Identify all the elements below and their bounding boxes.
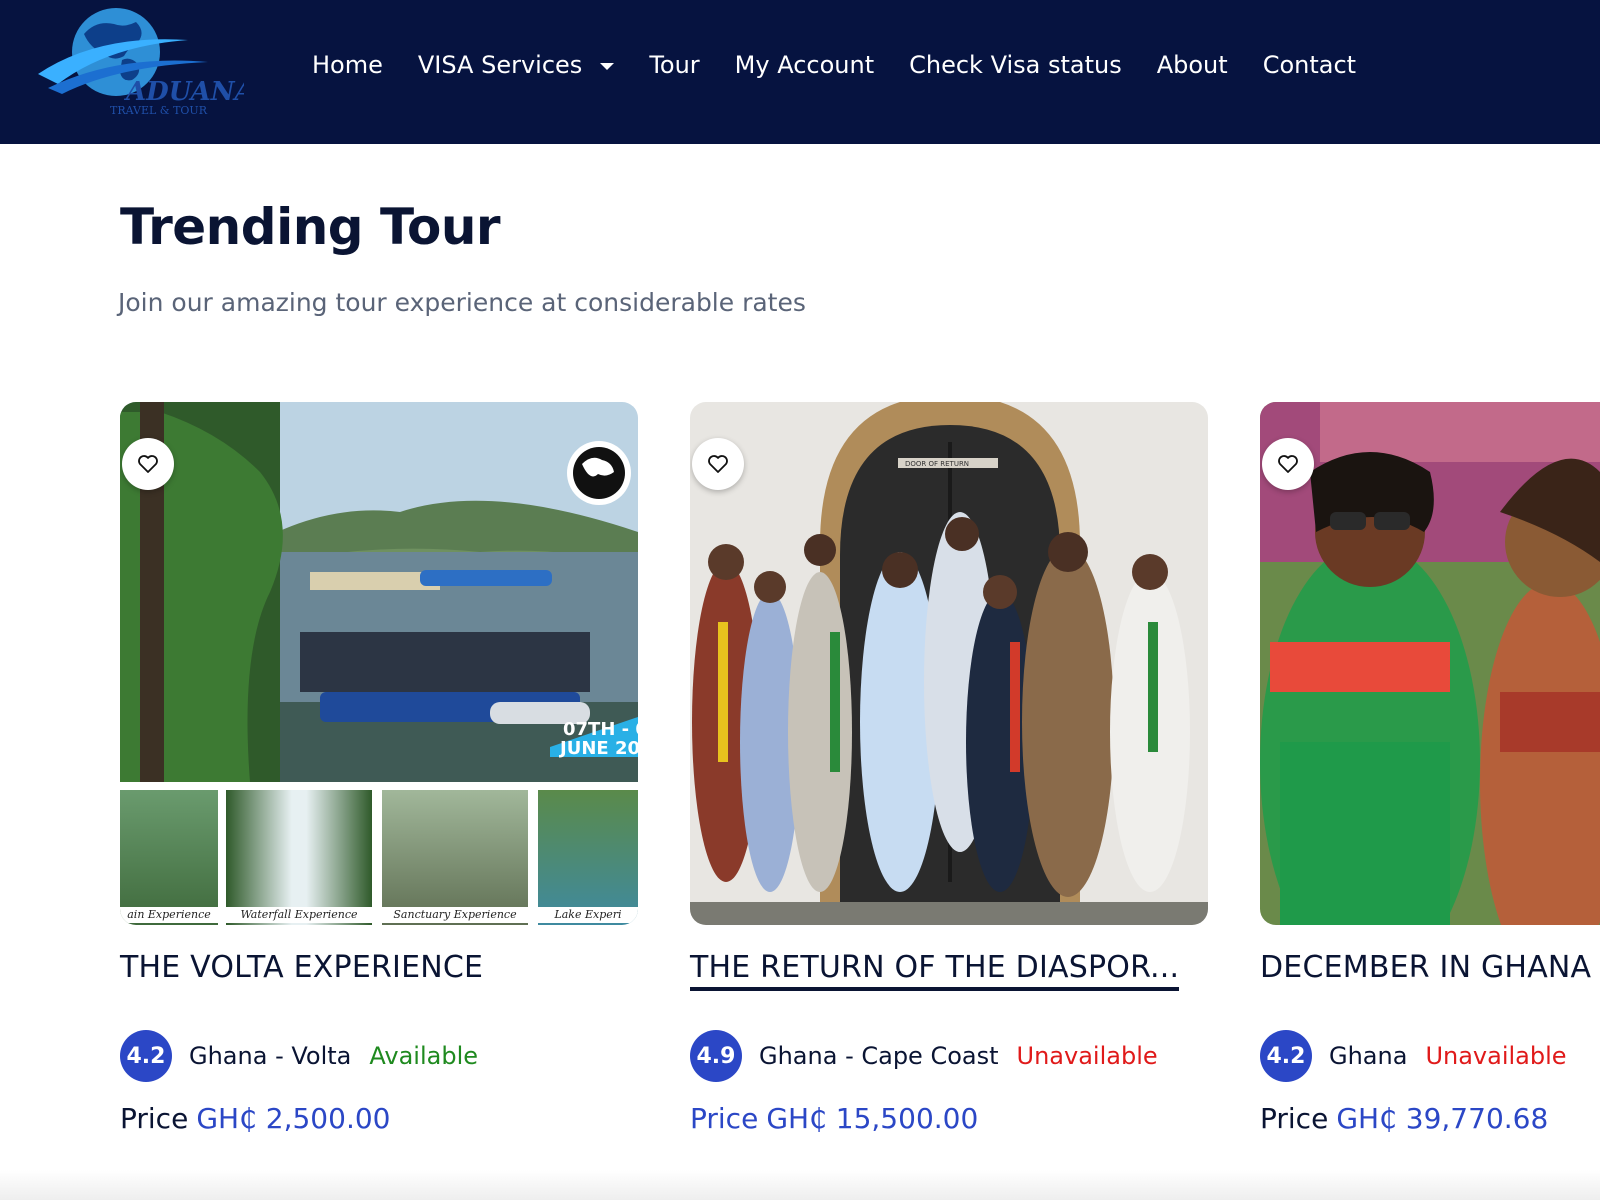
- nav-visa-services[interactable]: VISA Services: [418, 51, 615, 79]
- thumbnail-strip: ain Experience Waterfall Experience Sanc…: [120, 786, 638, 925]
- availability-status: Available: [369, 1042, 479, 1070]
- tour-title[interactable]: THE VOLTA EXPERIENCE: [120, 950, 483, 985]
- price-value: GH₵ 15,500.00: [766, 1102, 979, 1135]
- price-label: Price: [120, 1102, 189, 1135]
- svg-text:DOOR OF RETURN: DOOR OF RETURN: [905, 460, 969, 468]
- favorite-button[interactable]: [122, 438, 174, 490]
- tour-price: Price GH₵ 39,770.68: [1260, 1102, 1548, 1135]
- availability-status: Unavailable: [1425, 1042, 1567, 1070]
- rating-badge: 4.2: [1260, 1030, 1312, 1082]
- price-label: Price: [1260, 1102, 1329, 1135]
- tour-price: Price GH₵ 2,500.00: [120, 1102, 390, 1135]
- caret-down-icon: [600, 62, 615, 70]
- thumbnail[interactable]: ain Experience: [120, 790, 218, 925]
- section-subtitle: Join our amazing tour experience at cons…: [118, 288, 806, 317]
- site-logo[interactable]: ADUANA TRAVEL & TOUR: [34, 4, 255, 117]
- nav-about[interactable]: About: [1157, 51, 1228, 79]
- tour-location: Ghana - Cape Coast: [759, 1042, 999, 1070]
- page-bottom-shadow: [0, 1170, 1600, 1200]
- tour-image[interactable]: 07TH - 09 JUNE 20 ain Experience Waterfa…: [120, 402, 638, 925]
- rating-badge: 4.9: [690, 1030, 742, 1082]
- price-value: GH₵ 2,500.00: [196, 1102, 391, 1135]
- nav-home[interactable]: Home: [312, 51, 383, 79]
- tour-title[interactable]: THE RETURN OF THE DIASPOR...: [690, 950, 1180, 991]
- nav-tour[interactable]: Tour: [649, 51, 699, 79]
- rating-badge: 4.2: [120, 1030, 172, 1082]
- nav-contact[interactable]: Contact: [1263, 51, 1356, 79]
- tour-meta: 4.2 Ghana - Volta Available: [120, 1030, 478, 1082]
- price-label: Price: [690, 1102, 759, 1135]
- availability-status: Unavailable: [1016, 1042, 1158, 1070]
- tour-image[interactable]: DOOR OF RETURN: [690, 402, 1208, 925]
- tour-image[interactable]: [1260, 402, 1600, 925]
- tour-card-december[interactable]: DECEMBER IN GHANA 4.2 Ghana Unavailable …: [1260, 402, 1600, 1135]
- tour-price: Price GH₵ 15,500.00: [690, 1102, 978, 1135]
- svg-text:JUNE 20: JUNE 20: [558, 738, 638, 759]
- tour-card-diaspora[interactable]: DOOR OF RETURN THE RETURN OF THE DIASPOR…: [690, 402, 1208, 1135]
- tour-meta: 4.9 Ghana - Cape Coast Unavailable: [690, 1030, 1158, 1082]
- nav-my-account[interactable]: My Account: [735, 51, 874, 79]
- tour-title[interactable]: DECEMBER IN GHANA: [1260, 950, 1591, 985]
- thumbnail[interactable]: Waterfall Experience: [226, 790, 372, 925]
- thumbnail[interactable]: Sanctuary Experience: [382, 790, 528, 925]
- heart-outline-icon: [1278, 455, 1298, 473]
- tour-card-volta[interactable]: 07TH - 09 JUNE 20 ain Experience Waterfa…: [120, 402, 638, 1135]
- tour-location: Ghana - Volta: [189, 1042, 352, 1070]
- tour-meta: 4.2 Ghana Unavailable: [1260, 1030, 1567, 1082]
- price-value: GH₵ 39,770.68: [1336, 1102, 1549, 1135]
- main-nav: Home VISA Services Tour My Account Check…: [312, 44, 1391, 86]
- nav-check-visa-status[interactable]: Check Visa status: [909, 51, 1122, 79]
- favorite-button[interactable]: [692, 438, 744, 490]
- heart-outline-icon: [708, 455, 728, 473]
- top-navbar: ADUANA TRAVEL & TOUR Home VISA Services …: [0, 0, 1600, 144]
- thumbnail[interactable]: Lake Experi: [538, 790, 638, 925]
- heart-outline-icon: [138, 455, 158, 473]
- section-title: Trending Tour: [120, 198, 501, 256]
- svg-text:TRAVEL & TOUR: TRAVEL & TOUR: [110, 104, 208, 116]
- favorite-button[interactable]: [1262, 438, 1314, 490]
- svg-text:07TH - 09: 07TH - 09: [563, 719, 638, 740]
- svg-text:ADUANA: ADUANA: [123, 77, 244, 107]
- tour-location: Ghana: [1329, 1042, 1408, 1070]
